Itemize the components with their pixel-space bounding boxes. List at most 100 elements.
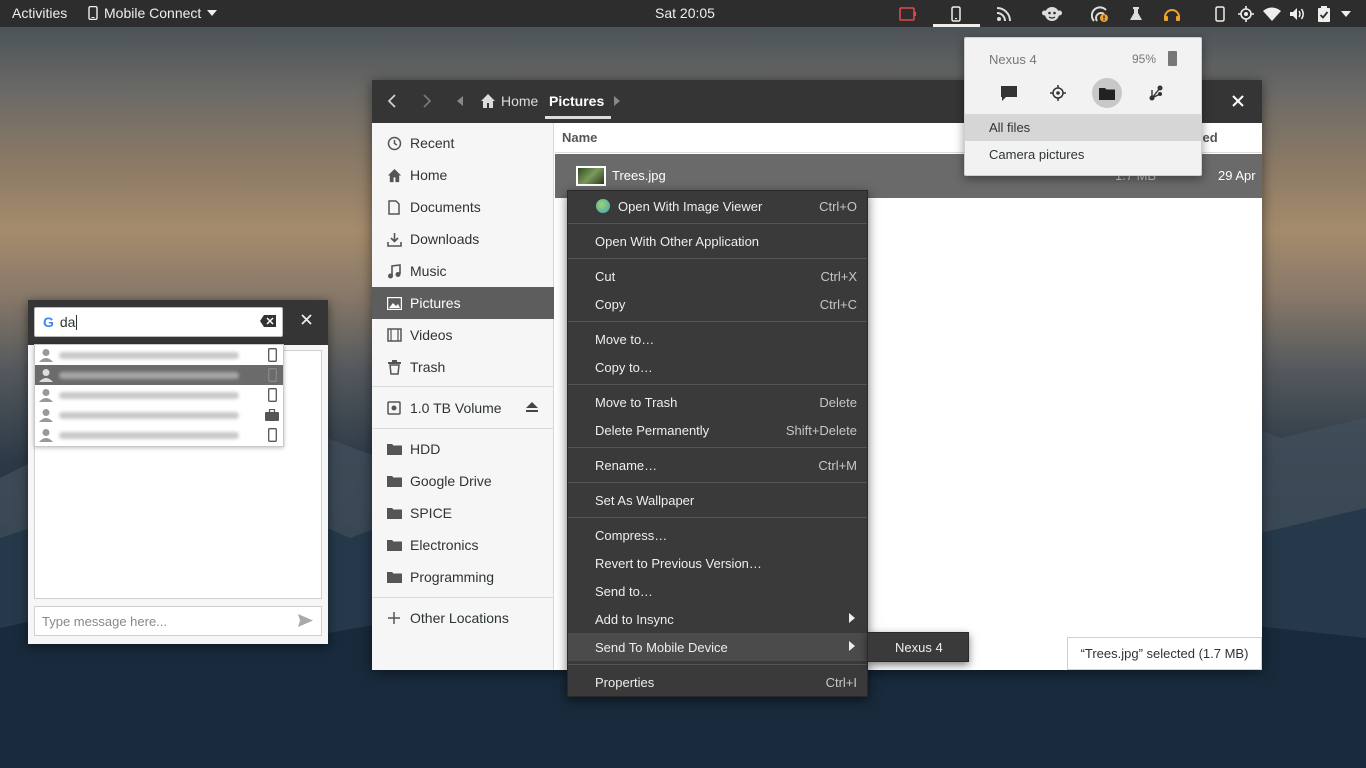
list-item[interactable] bbox=[35, 405, 283, 425]
picture-icon bbox=[386, 295, 402, 311]
list-item[interactable] bbox=[35, 345, 283, 365]
menu-set-as-wallpaper[interactable]: Set As Wallpaper bbox=[568, 486, 867, 514]
browse-files-button[interactable] bbox=[1092, 78, 1122, 108]
menu-accelerator: Ctrl+O bbox=[819, 198, 857, 214]
triangle-left-icon bbox=[457, 96, 463, 106]
blurred-contact bbox=[59, 351, 239, 359]
clear-text-icon[interactable] bbox=[260, 315, 276, 330]
sidebar-item-google-drive[interactable]: Google Drive bbox=[372, 465, 554, 497]
sidebar-item-trash[interactable]: Trash bbox=[372, 351, 554, 383]
forward-button[interactable] bbox=[416, 90, 438, 112]
list-item[interactable] bbox=[35, 425, 283, 445]
sms-window: G da Type message here... bbox=[28, 300, 328, 644]
menu-accelerator: Ctrl+I bbox=[825, 674, 857, 690]
submenu-item-label: Nexus 4 bbox=[895, 639, 943, 655]
sidebar-item-recent[interactable]: Recent bbox=[372, 127, 554, 159]
activities-button[interactable]: Activities bbox=[12, 5, 67, 21]
sidebar-item-videos[interactable]: Videos bbox=[372, 319, 554, 351]
menu-separator bbox=[568, 664, 867, 665]
menu-all-files[interactable]: All files bbox=[965, 114, 1201, 141]
clock[interactable]: Sat 20:05 bbox=[655, 5, 715, 21]
list-item[interactable] bbox=[35, 365, 283, 385]
menu-move-to-trash[interactable]: Move to Trash Delete bbox=[568, 388, 867, 416]
menu-revert-previous-version[interactable]: Revert to Previous Version… bbox=[568, 549, 867, 577]
menu-add-to-insync[interactable]: Add to Insync bbox=[568, 605, 867, 633]
headphones-icon[interactable] bbox=[1162, 4, 1182, 24]
person-icon bbox=[39, 369, 53, 382]
menu-open-with-image-viewer[interactable]: Open With Image Viewer Ctrl+O bbox=[568, 192, 867, 220]
menu-item-label: Send to… bbox=[595, 583, 653, 599]
sidebar-item-pictures[interactable]: Pictures bbox=[372, 287, 554, 319]
breadcrumb-pictures[interactable]: Pictures bbox=[549, 93, 604, 109]
menu-copy-to[interactable]: Copy to… bbox=[568, 353, 867, 381]
close-window-button[interactable] bbox=[1232, 91, 1244, 112]
sidebar-item-label: Pictures bbox=[410, 295, 461, 311]
volume-icon[interactable] bbox=[1288, 4, 1308, 24]
share-button[interactable] bbox=[1141, 78, 1171, 108]
column-name[interactable]: Name bbox=[562, 130, 597, 145]
submenu-nexus-4[interactable]: Nexus 4 bbox=[867, 632, 969, 662]
breadcrumb-right-button[interactable] bbox=[606, 90, 628, 112]
wifi-icon[interactable] bbox=[1262, 4, 1282, 24]
sms-button[interactable] bbox=[994, 78, 1024, 108]
trash-icon bbox=[386, 359, 402, 375]
menu-rename[interactable]: Rename… Ctrl+M bbox=[568, 451, 867, 479]
menu-delete-permanently[interactable]: Delete Permanently Shift+Delete bbox=[568, 416, 867, 444]
menu-cut[interactable]: Cut Ctrl+X bbox=[568, 262, 867, 290]
sidebar-item-home[interactable]: Home bbox=[372, 159, 554, 191]
sidebar-item-other-locations[interactable]: Other Locations bbox=[372, 602, 554, 634]
sync-alert-icon[interactable] bbox=[1090, 4, 1110, 24]
menu-properties[interactable]: Properties Ctrl+I bbox=[568, 668, 867, 696]
sidebar-item-electronics[interactable]: Electronics bbox=[372, 529, 554, 561]
film-icon bbox=[386, 327, 402, 343]
person-icon bbox=[39, 409, 53, 422]
eject-icon[interactable] bbox=[526, 401, 538, 415]
mobile-device-icon[interactable] bbox=[946, 4, 966, 24]
sidebar-item-volume[interactable]: 1.0 TB Volume bbox=[372, 392, 554, 424]
sidebar-item-downloads[interactable]: Downloads bbox=[372, 223, 554, 255]
screen-record-icon[interactable] bbox=[898, 4, 918, 24]
lab-flask-icon[interactable] bbox=[1126, 4, 1146, 24]
back-button[interactable] bbox=[381, 90, 403, 112]
message-input[interactable]: Type message here... bbox=[34, 606, 322, 636]
submenu-arrow-icon bbox=[849, 612, 855, 626]
menu-send-to[interactable]: Send to… bbox=[568, 577, 867, 605]
list-item[interactable] bbox=[35, 385, 283, 405]
sidebar-separator bbox=[372, 386, 554, 387]
menu-send-to-mobile-device[interactable]: Send To Mobile Device bbox=[568, 633, 867, 661]
selection-status: “Trees.jpg” selected (1.7 MB) bbox=[1067, 637, 1262, 670]
app-menu[interactable]: Mobile Connect bbox=[88, 5, 218, 21]
menu-accelerator: Ctrl+C bbox=[819, 296, 857, 312]
close-sms-button[interactable] bbox=[301, 312, 312, 330]
menu-move-to[interactable]: Move to… bbox=[568, 325, 867, 353]
person-icon bbox=[39, 429, 53, 442]
folder-icon bbox=[386, 505, 402, 521]
clipboard-check-icon[interactable] bbox=[1314, 4, 1334, 24]
sidebar-item-programming[interactable]: Programming bbox=[372, 561, 554, 593]
sidebar-item-spice[interactable]: SPICE bbox=[372, 497, 554, 529]
menu-accelerator: Ctrl+M bbox=[818, 457, 857, 473]
briefcase-icon bbox=[265, 407, 279, 423]
menu-copy[interactable]: Copy Ctrl+C bbox=[568, 290, 867, 318]
phone-status-icon[interactable] bbox=[1210, 4, 1230, 24]
contact-search-input[interactable]: G da bbox=[34, 307, 283, 337]
monkey-icon[interactable] bbox=[1042, 4, 1062, 24]
document-icon bbox=[386, 199, 402, 215]
breadcrumb-left-button[interactable] bbox=[449, 90, 471, 112]
rss-icon[interactable] bbox=[994, 4, 1014, 24]
location-crosshair-icon[interactable] bbox=[1236, 4, 1256, 24]
menu-camera-pictures[interactable]: Camera pictures bbox=[965, 141, 1201, 168]
find-device-button[interactable] bbox=[1043, 78, 1073, 108]
sidebar-item-documents[interactable]: Documents bbox=[372, 191, 554, 223]
menu-compress[interactable]: Compress… bbox=[568, 521, 867, 549]
google-icon: G bbox=[43, 314, 54, 330]
sidebar-item-music[interactable]: Music bbox=[372, 255, 554, 287]
sidebar-item-label: Google Drive bbox=[410, 473, 492, 489]
sidebar-item-hdd[interactable]: HDD bbox=[372, 433, 554, 465]
menu-open-with-other-application[interactable]: Open With Other Application bbox=[568, 227, 867, 255]
clock-icon bbox=[386, 135, 402, 151]
send-icon[interactable] bbox=[298, 614, 313, 630]
crosshair-icon bbox=[1050, 85, 1066, 101]
system-menu-icon[interactable] bbox=[1336, 4, 1356, 24]
breadcrumb-home[interactable]: Home bbox=[501, 93, 538, 109]
